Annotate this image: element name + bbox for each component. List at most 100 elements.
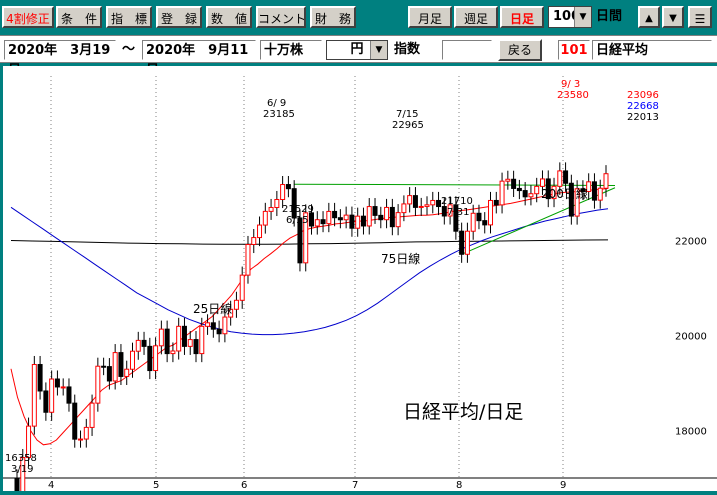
bull-candle xyxy=(597,187,603,201)
ma200-value: 22013 xyxy=(627,112,659,123)
menu-icon: ☰ xyxy=(694,12,706,26)
bull-candle xyxy=(257,224,263,239)
toolbar: 4割修正 条 件 指 標 登 録 数 値 コメント 財 務 月足 週足 日足 1… xyxy=(0,0,717,35)
index-field[interactable] xyxy=(442,40,492,60)
period-select[interactable]: 100 ▼ xyxy=(548,6,592,28)
low-annotation-value: 21529 xyxy=(282,204,314,215)
ma75-label: 75日線 xyxy=(381,251,420,266)
currency-select[interactable]: 円 ▼ xyxy=(326,40,388,60)
bull-candle xyxy=(124,368,130,377)
bear-candle xyxy=(360,215,366,227)
chart-area: 日経平均/日足 4 5 6 7 8 9 18000 20000 22000 25日線 75日線 20… xyxy=(3,66,717,495)
bear-candle xyxy=(72,402,78,440)
values-button[interactable]: 数 値 xyxy=(206,6,252,28)
bear-candle xyxy=(285,184,291,190)
down-arrow-icon: ▼ xyxy=(669,13,677,24)
start-date-field[interactable]: 2020年 3月19日 xyxy=(4,40,116,78)
comment-button[interactable]: コメント xyxy=(256,6,306,28)
bull-candle xyxy=(384,206,390,221)
bull-candle xyxy=(112,352,118,382)
bull-candle xyxy=(199,325,205,355)
bear-candle xyxy=(66,386,72,404)
bull-candle xyxy=(60,386,66,389)
indicators-button[interactable]: 指 標 xyxy=(106,6,152,28)
scroll-up-button[interactable]: ▲ xyxy=(638,6,660,28)
end-date-field[interactable]: 2020年 9月11日 xyxy=(142,40,256,78)
bear-candle xyxy=(101,365,107,368)
bull-candle xyxy=(539,178,545,187)
chevron-down-icon: ▼ xyxy=(370,41,387,59)
bear-candle xyxy=(337,217,343,221)
menu-button[interactable]: ☰ xyxy=(688,6,712,28)
bull-candle xyxy=(557,170,563,187)
bear-candle xyxy=(37,364,43,392)
bear-candle xyxy=(563,170,569,184)
stock-code-field[interactable]: 101 xyxy=(558,40,590,60)
bear-candle xyxy=(389,206,395,228)
y-tick-label: 18000 xyxy=(675,427,707,438)
bull-candle xyxy=(366,206,372,227)
bear-candle xyxy=(436,199,442,208)
bull-candle xyxy=(314,219,320,227)
bull-candle xyxy=(355,215,361,229)
daily-button[interactable]: 日足 xyxy=(500,6,544,28)
bull-candle xyxy=(343,214,349,221)
low-annotation-value: 16358 xyxy=(5,453,37,464)
bull-candle xyxy=(251,237,257,245)
bear-candle xyxy=(106,366,112,382)
bull-candle xyxy=(603,173,609,189)
bear-candle xyxy=(476,212,482,222)
bull-candle xyxy=(280,184,286,201)
low-annotation-value: 21710 xyxy=(441,196,473,207)
bear-candle xyxy=(164,328,170,355)
bull-candle xyxy=(135,339,141,352)
high-annotation-value: 23185 xyxy=(263,109,295,120)
ma25-value: 23096 xyxy=(627,90,659,101)
low-annotation-date: 3/19 xyxy=(11,464,33,475)
bull-candle xyxy=(418,205,424,208)
low-annotation-date: 7/31 xyxy=(447,207,469,218)
bear-candle xyxy=(493,199,499,206)
weekly-button[interactable]: 週足 xyxy=(454,6,498,28)
bear-candle xyxy=(516,187,522,192)
bull-candle xyxy=(176,325,182,352)
bull-candle xyxy=(83,426,89,440)
scroll-down-button[interactable]: ▼ xyxy=(662,6,684,28)
back-button[interactable]: 戻る xyxy=(498,39,542,61)
bull-candle xyxy=(401,203,407,214)
bull-candle xyxy=(488,199,494,226)
bull-candle xyxy=(245,243,251,276)
bull-candle xyxy=(534,185,540,195)
bear-candle xyxy=(216,328,222,335)
split-correction-button[interactable]: 4割修正 xyxy=(2,6,54,28)
bull-candle xyxy=(464,230,470,255)
bear-candle xyxy=(54,378,60,388)
bull-candle xyxy=(268,206,274,212)
bear-candle xyxy=(210,322,216,330)
bear-candle xyxy=(147,345,153,372)
high-annotation-date: 6/ 9 xyxy=(267,98,286,109)
low-annotation-date: 6/15 xyxy=(286,215,308,226)
bull-candle xyxy=(95,365,101,404)
y-tick-label: 20000 xyxy=(675,332,707,343)
financials-button[interactable]: 財 務 xyxy=(310,6,356,28)
high-annotation-value: 22965 xyxy=(392,120,424,131)
bull-candle xyxy=(470,212,476,232)
bull-candle xyxy=(78,438,84,441)
conditions-button[interactable]: 条 件 xyxy=(56,6,102,28)
bull-candle xyxy=(205,322,211,327)
bear-candle xyxy=(511,178,517,189)
monthly-button[interactable]: 月足 xyxy=(408,6,452,28)
bear-candle xyxy=(591,181,597,201)
bull-candle xyxy=(89,402,95,428)
ma75-value: 22668 xyxy=(627,101,659,112)
candlestick-chart: 日経平均/日足 4 5 6 7 8 9 18000 20000 22000 25日線 75日線 20… xyxy=(3,66,717,495)
unit-field: 十万株 xyxy=(260,40,322,60)
bear-candle xyxy=(193,339,199,355)
high-annotation-date: 9/ 3 xyxy=(561,79,580,90)
bull-candle xyxy=(49,378,55,413)
stock-name-field: 日経平均 xyxy=(592,40,712,60)
bull-candle xyxy=(31,364,37,427)
bear-candle xyxy=(332,210,338,219)
register-button[interactable]: 登 録 xyxy=(156,6,202,28)
